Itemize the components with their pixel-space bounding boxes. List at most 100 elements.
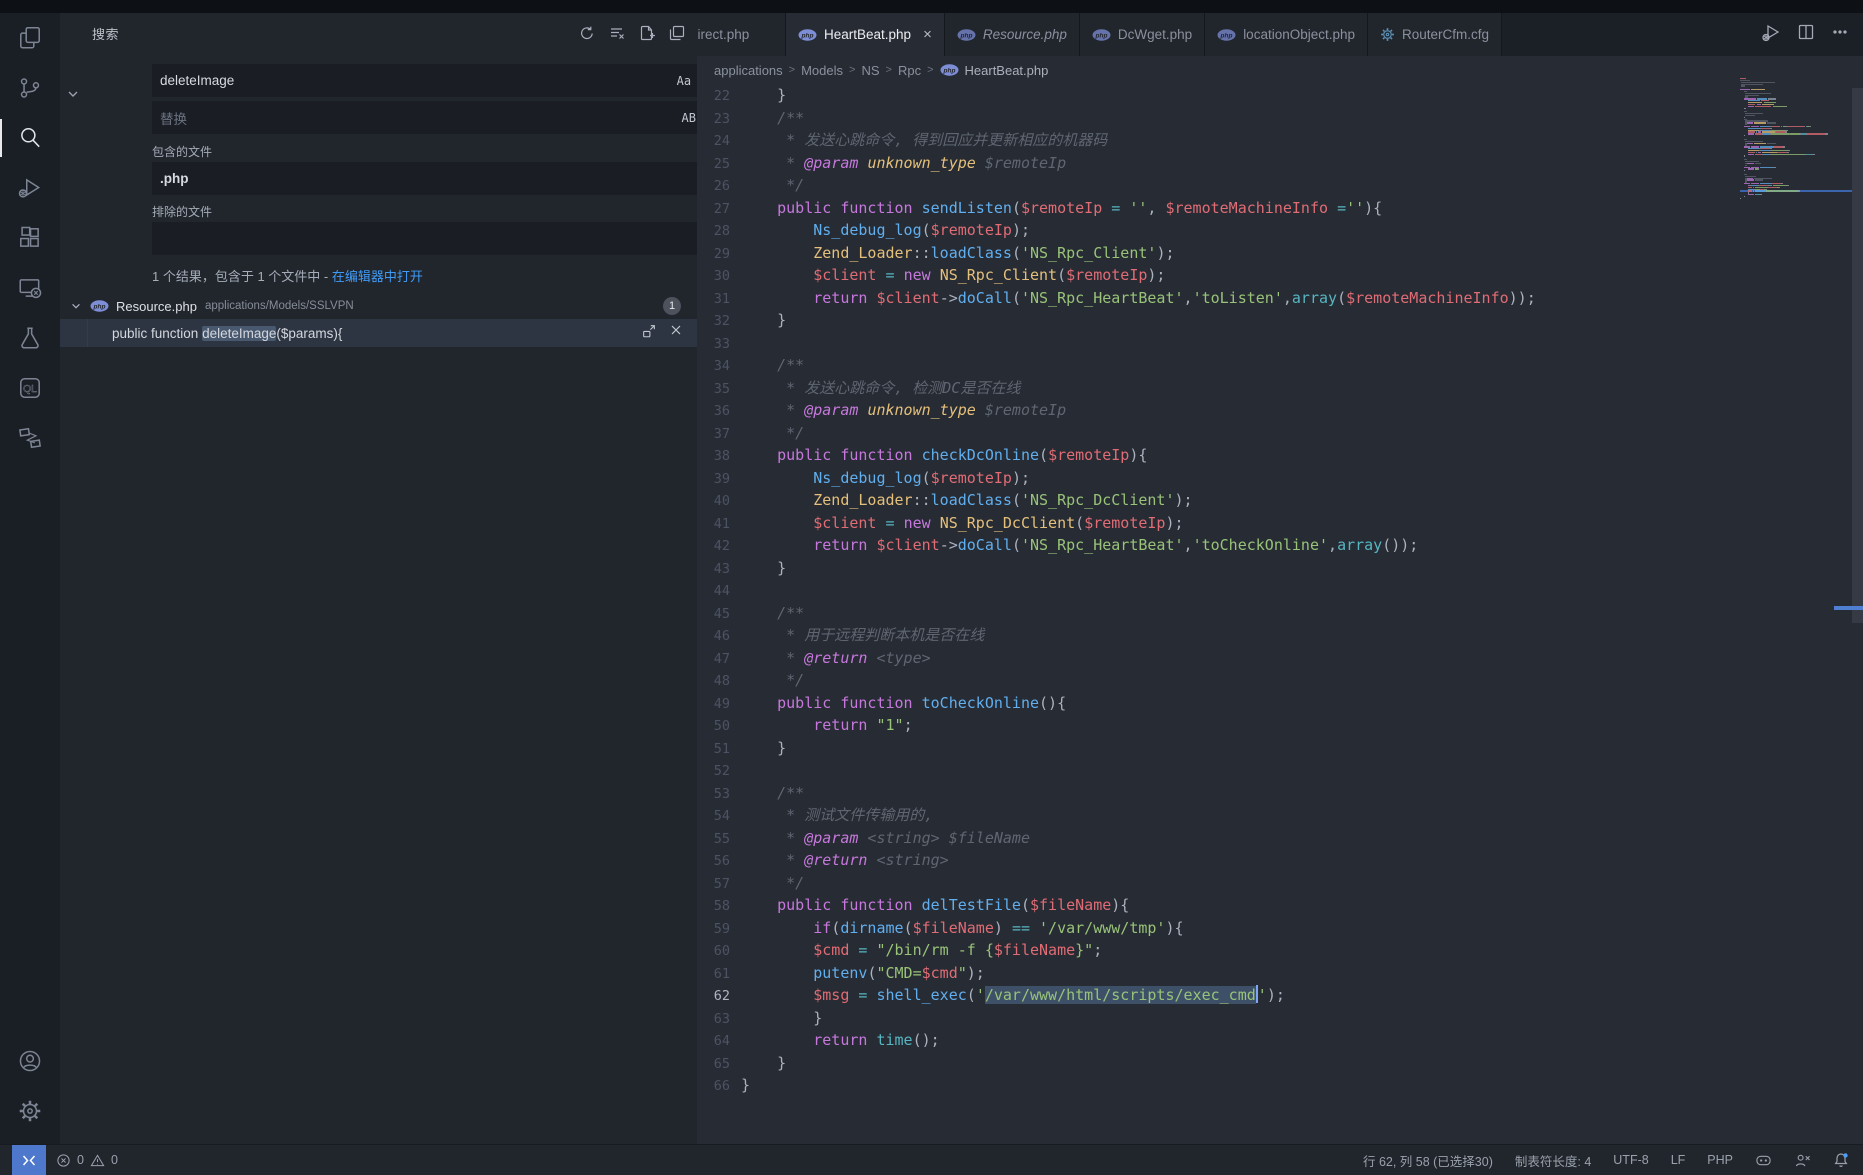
code-line-58[interactable]: 58 public function delTestFile($fileName… <box>697 894 1740 917</box>
breadcrumb-item-NS[interactable]: NS <box>861 63 879 78</box>
remote-indicator[interactable] <box>12 1145 46 1175</box>
code-line-63[interactable]: 63 } <box>697 1007 1740 1030</box>
code-line-26[interactable]: 26 */ <box>697 174 1740 197</box>
code-line-59[interactable]: 59 if(dirname($fileName) == '/var/www/tm… <box>697 917 1740 940</box>
code-editor[interactable]: 22 }23 /**24 * 发送心跳命令, 得到回应并更新相应的机器码25 *… <box>697 84 1740 1144</box>
activity-pipeline-icon[interactable] <box>0 413 60 463</box>
code-line-23[interactable]: 23 /** <box>697 107 1740 130</box>
activity-run-debug-icon[interactable] <box>0 163 60 213</box>
code-line-32[interactable]: 32 } <box>697 309 1740 332</box>
code-line-62[interactable]: 62 $msg = shell_exec('/var/www/html/scri… <box>697 984 1740 1007</box>
more-actions-icon[interactable] <box>1831 23 1849 46</box>
files-include-input[interactable]: .php <box>152 162 748 195</box>
tab-direct.php[interactable]: direct.php <box>697 13 786 56</box>
encoding-status[interactable]: UTF-8 <box>1613 1153 1648 1167</box>
search-result-file-row[interactable]: php Resource.php applications/Models/SSL… <box>60 293 697 319</box>
code-line-56[interactable]: 56 * @return <string> <box>697 849 1740 872</box>
code-line-30[interactable]: 30 $client = new NS_Rpc_Client($remoteIp… <box>697 264 1740 287</box>
code-line-47[interactable]: 47 * @return <type> <box>697 647 1740 670</box>
problems-status[interactable]: 0 0 <box>56 1153 118 1168</box>
code-line-57[interactable]: 57 */ <box>697 872 1740 895</box>
code-line-55[interactable]: 55 * @param <string> $fileName <box>697 827 1740 850</box>
collapse-all-icon[interactable] <box>669 25 685 41</box>
code-line-64[interactable]: 64 return time(); <box>697 1029 1740 1052</box>
code-line-42[interactable]: 42 return $client->doCall('NS_Rpc_HeartB… <box>697 534 1740 557</box>
code-line-66[interactable]: 66} <box>697 1074 1740 1097</box>
minimap[interactable] <box>1740 78 1852 1144</box>
copilot-icon[interactable] <box>1755 1153 1772 1168</box>
code-line-44[interactable]: 44 <box>697 579 1740 602</box>
breadcrumb-file[interactable]: phpHeartBeat.php <box>940 63 1049 78</box>
code-line-46[interactable]: 46 * 用于远程判断本机是否在线 <box>697 624 1740 647</box>
files-exclude-input[interactable] <box>152 222 748 255</box>
code-line-31[interactable]: 31 return $client->doCall('NS_Rpc_HeartB… <box>697 287 1740 310</box>
close-tab-icon[interactable]: × <box>923 26 932 43</box>
feedback-icon[interactable] <box>1794 1153 1811 1168</box>
code-line-27[interactable]: 27 public function sendListen($remoteIp … <box>697 197 1740 220</box>
activity-extensions-icon[interactable] <box>0 213 60 263</box>
tab-DcWget.php[interactable]: phpDcWget.php <box>1080 13 1205 56</box>
run-debug-icon[interactable] <box>1761 22 1781 47</box>
search-match-row[interactable]: public function deleteImage($params){ <box>60 319 697 347</box>
activity-source-control-icon[interactable] <box>0 63 60 113</box>
cursor-position-status[interactable]: 行 62, 列 58 (已选择30) <box>1363 1151 1493 1170</box>
code-line-38[interactable]: 38 public function checkDcOnline($remote… <box>697 444 1740 467</box>
language-mode-status[interactable]: PHP <box>1707 1153 1733 1167</box>
new-search-editor-icon[interactable] <box>639 25 655 41</box>
eol-status[interactable]: LF <box>1671 1153 1686 1167</box>
tab-locationObject.php[interactable]: phplocationObject.php <box>1205 13 1368 56</box>
code-line-33[interactable]: 33 <box>697 332 1740 355</box>
preserve-case-toggle[interactable]: AB <box>682 111 696 125</box>
replace-input[interactable]: 替换 AB <box>152 101 704 134</box>
code-line-53[interactable]: 53 /** <box>697 782 1740 805</box>
notifications-bell-icon[interactable] <box>1833 1152 1849 1168</box>
code-line-28[interactable]: 28 Ns_debug_log($remoteIp); <box>697 219 1740 242</box>
code-line-49[interactable]: 49 public function toCheckOnline(){ <box>697 692 1740 715</box>
code-line-25[interactable]: 25 * @param unknown_type $remoteIp <box>697 152 1740 175</box>
refresh-icon[interactable] <box>579 25 595 41</box>
open-in-editor-link[interactable]: 在编辑器中打开 <box>332 269 423 284</box>
breadcrumb-item-applications[interactable]: applications <box>714 63 783 78</box>
split-editor-icon[interactable] <box>1797 23 1815 46</box>
tab-Resource.php[interactable]: phpResource.php <box>945 13 1080 56</box>
code-line-40[interactable]: 40 Zend_Loader::loadClass('NS_Rpc_DcClie… <box>697 489 1740 512</box>
code-line-61[interactable]: 61 putenv("CMD=$cmd"); <box>697 962 1740 985</box>
code-line-41[interactable]: 41 $client = new NS_Rpc_DcClient($remote… <box>697 512 1740 535</box>
match-case-toggle[interactable]: Aa <box>677 74 691 88</box>
code-line-54[interactable]: 54 * 测试文件传输用的, <box>697 804 1740 827</box>
code-line-35[interactable]: 35 * 发送心跳命令, 检测DC是否在线 <box>697 377 1740 400</box>
indentation-status[interactable]: 制表符长度: 4 <box>1515 1151 1591 1170</box>
activity-account-icon[interactable] <box>0 1036 60 1086</box>
code-line-39[interactable]: 39 Ns_debug_log($remoteIp); <box>697 467 1740 490</box>
replace-match-icon[interactable] <box>641 323 657 344</box>
code-line-34[interactable]: 34 /** <box>697 354 1740 377</box>
code-line-50[interactable]: 50 return "1"; <box>697 714 1740 737</box>
scrollbar-slider[interactable] <box>1852 88 1863 623</box>
toggle-replace-chevron-icon[interactable] <box>66 87 80 106</box>
code-line-36[interactable]: 36 * @param unknown_type $remoteIp <box>697 399 1740 422</box>
code-line-52[interactable]: 52 <box>697 759 1740 782</box>
code-line-43[interactable]: 43 } <box>697 557 1740 580</box>
clear-results-icon[interactable] <box>609 25 625 41</box>
code-line-48[interactable]: 48 */ <box>697 669 1740 692</box>
dismiss-match-icon[interactable] <box>669 323 683 344</box>
activity-testing-icon[interactable] <box>0 313 60 363</box>
activity-explorer-icon[interactable] <box>0 13 60 63</box>
activity-remote-explorer-icon[interactable] <box>0 263 60 313</box>
tab-HeartBeat.php[interactable]: phpHeartBeat.php× <box>786 13 945 56</box>
code-line-60[interactable]: 60 $cmd = "/bin/rm -f {$fileName}"; <box>697 939 1740 962</box>
code-line-37[interactable]: 37 */ <box>697 422 1740 445</box>
tab-RouterCfm.cfg[interactable]: RouterCfm.cfg <box>1368 13 1502 56</box>
breadcrumb-item-Rpc[interactable]: Rpc <box>898 63 921 78</box>
code-line-22[interactable]: 22 } <box>697 84 1740 107</box>
code-line-45[interactable]: 45 /** <box>697 602 1740 625</box>
code-line-29[interactable]: 29 Zend_Loader::loadClass('NS_Rpc_Client… <box>697 242 1740 265</box>
search-input[interactable]: deleteImage Aa ab .* <box>152 64 748 97</box>
activity-search-icon[interactable] <box>0 113 60 163</box>
code-line-24[interactable]: 24 * 发送心跳命令, 得到回应并更新相应的机器码 <box>697 129 1740 152</box>
code-line-51[interactable]: 51 } <box>697 737 1740 760</box>
chevron-down-icon[interactable] <box>70 300 82 312</box>
breadcrumb-item-Models[interactable]: Models <box>801 63 843 78</box>
code-line-65[interactable]: 65 } <box>697 1052 1740 1075</box>
activity-settings-icon[interactable] <box>0 1086 60 1136</box>
